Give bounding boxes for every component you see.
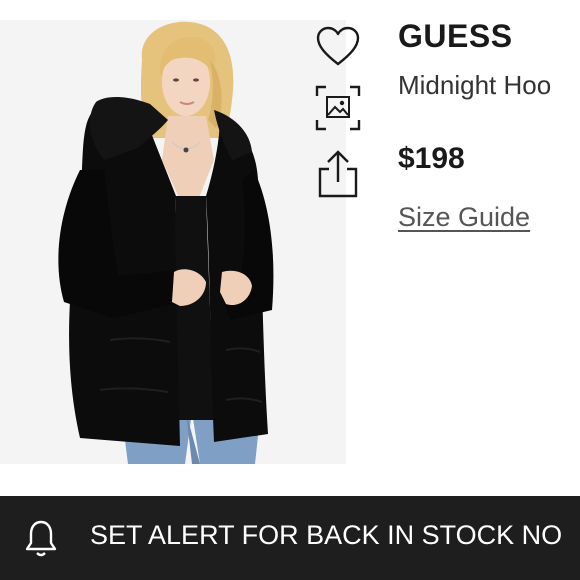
visual-search-icon	[315, 85, 361, 131]
share-icon	[318, 150, 358, 198]
product-photo-illustration	[0, 20, 346, 464]
share-button[interactable]	[308, 148, 368, 200]
favorite-button[interactable]	[308, 20, 368, 72]
back-in-stock-alert-button[interactable]: SET ALERT FOR BACK IN STOCK NO	[0, 496, 580, 580]
product-price: $198	[398, 142, 465, 175]
product-name: Midnight Hoo	[398, 70, 552, 100]
back-in-stock-alert-label: SET ALERT FOR BACK IN STOCK NO	[90, 520, 563, 550]
heart-icon	[316, 26, 360, 66]
product-image[interactable]	[0, 20, 346, 464]
visual-search-button[interactable]	[308, 82, 368, 134]
size-guide-link[interactable]: Size Guide	[398, 202, 530, 233]
product-brand[interactable]: GUESS	[398, 18, 513, 55]
bell-icon	[25, 520, 57, 557]
